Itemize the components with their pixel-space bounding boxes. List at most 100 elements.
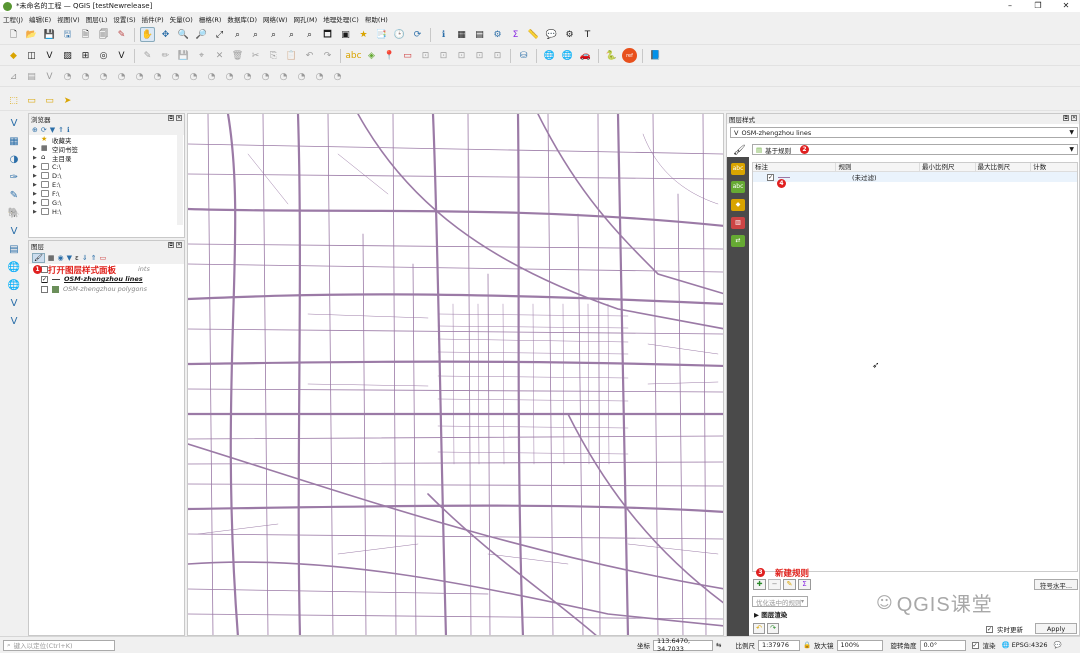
menu-raster[interactable]: 栅格(R) bbox=[196, 14, 225, 24]
collapse-all-icon[interactable]: ⇑ bbox=[91, 254, 97, 262]
copy-icon[interactable]: ⎘ bbox=[266, 48, 281, 63]
remove-rule-icon[interactable]: ━ bbox=[768, 579, 781, 590]
adv-edit-g-icon[interactable]: ◔ bbox=[114, 69, 129, 84]
menu-web[interactable]: 网络(W) bbox=[260, 14, 291, 24]
tree-item-drive-d[interactable]: ▶ D:\ bbox=[29, 171, 184, 180]
temporal-icon[interactable]: 🕒 bbox=[392, 27, 407, 42]
add-delimited-text-icon[interactable]: ✑ bbox=[4, 169, 24, 185]
filter-icon[interactable]: ▼ bbox=[50, 126, 55, 134]
adv-edit-i-icon[interactable]: ◔ bbox=[150, 69, 165, 84]
add-postgis-icon[interactable]: 🐘 bbox=[4, 205, 24, 221]
messages-icon[interactable]: 💬 bbox=[1054, 641, 1062, 649]
label-a-icon[interactable]: ⊡ bbox=[472, 48, 487, 63]
menu-edit[interactable]: 编辑(E) bbox=[26, 14, 54, 24]
adv-edit-b-icon[interactable]: ▤ bbox=[24, 69, 39, 84]
add-raster-icon[interactable]: ▨ bbox=[60, 48, 75, 63]
menu-layer[interactable]: 图层(L) bbox=[83, 14, 111, 24]
adv-edit-j-icon[interactable]: ◔ bbox=[168, 69, 183, 84]
new-map-view-icon[interactable]: 🗖 bbox=[320, 27, 335, 42]
layer-checkbox[interactable] bbox=[41, 265, 48, 273]
close-icon[interactable]: ✕ bbox=[1052, 0, 1080, 12]
add-group-icon[interactable]: ▦ bbox=[48, 254, 55, 262]
globe-search-icon[interactable]: 🌐 bbox=[542, 48, 557, 63]
lock-scale-icon[interactable]: 🔒 bbox=[803, 641, 811, 649]
adv-edit-c-icon[interactable]: V bbox=[42, 69, 57, 84]
menu-processing[interactable]: 地理处理(C) bbox=[320, 14, 362, 24]
layer-item-polygons[interactable]: OSM-zhengzhou polygons bbox=[29, 284, 184, 294]
adv-edit-q-icon[interactable]: ◔ bbox=[294, 69, 309, 84]
processing-toolbox-icon[interactable]: ⚙ bbox=[490, 27, 505, 42]
layer-checkbox[interactable] bbox=[41, 285, 48, 293]
layer-rendering-section[interactable]: ▶ 图层渲染 bbox=[754, 609, 787, 619]
close-panel-icon[interactable]: ✕ bbox=[1071, 115, 1077, 121]
add-vector-tile-icon[interactable]: V bbox=[4, 313, 24, 329]
rule-row[interactable]: ✓ (未过滤) bbox=[753, 172, 1077, 182]
label-pin-icon[interactable]: 📍 bbox=[382, 48, 397, 63]
maximize-icon[interactable]: ❐ bbox=[1024, 0, 1052, 12]
add-mesh-layer-icon[interactable]: ◑ bbox=[4, 151, 24, 167]
add-virtual-icon[interactable]: V bbox=[114, 48, 129, 63]
layer-checkbox[interactable]: ✓ bbox=[41, 275, 48, 283]
add-wfs-layer-icon[interactable]: 🌐 bbox=[4, 277, 24, 293]
add-wms-layer-icon[interactable]: ▤ bbox=[4, 241, 24, 257]
layout-manager-icon[interactable]: 🗐 bbox=[96, 27, 111, 42]
print-layout-icon[interactable]: 🗎 bbox=[78, 27, 93, 42]
save-project-icon[interactable]: 💾 bbox=[42, 27, 57, 42]
measure-icon[interactable]: 📏 bbox=[526, 27, 541, 42]
bookmark-new-icon[interactable]: ★ bbox=[356, 27, 371, 42]
menu-mesh[interactable]: 网孔(M) bbox=[291, 14, 321, 24]
database-icon[interactable]: ⛁ bbox=[516, 48, 531, 63]
zoom-out-icon[interactable]: 🔎 bbox=[194, 27, 209, 42]
locator-search-input[interactable]: ⌕ 键入以定位(Ctrl+K) bbox=[3, 639, 115, 651]
zoom-selection-icon[interactable]: ⌕ bbox=[230, 27, 245, 42]
identify-icon[interactable]: ℹ bbox=[436, 27, 451, 42]
add-virtual-layer-icon[interactable]: V bbox=[4, 223, 24, 239]
filter-expression-icon[interactable]: ε bbox=[75, 254, 79, 262]
globe-car-icon[interactable]: 🚗 bbox=[578, 48, 593, 63]
rotation-field[interactable]: 0.0° bbox=[919, 639, 966, 651]
pan-icon[interactable]: ✋ bbox=[140, 27, 155, 42]
vertex-tool-icon[interactable]: ✕ bbox=[212, 48, 227, 63]
label-style-icon[interactable]: ◈ bbox=[364, 48, 379, 63]
adv-edit-n-icon[interactable]: ◔ bbox=[240, 69, 255, 84]
symbol-levels-button[interactable]: 符号水平... bbox=[1034, 579, 1078, 590]
open-project-icon[interactable]: 📂 bbox=[24, 27, 39, 42]
minimize-icon[interactable]: – bbox=[996, 0, 1024, 12]
zoom-in-icon[interactable]: 🔍 bbox=[176, 27, 191, 42]
help-book-icon[interactable]: 📘 bbox=[648, 48, 663, 63]
save-edits-icon[interactable]: 💾 bbox=[176, 48, 191, 63]
toggle-edit-icon[interactable]: ✏ bbox=[158, 48, 173, 63]
tab-3d-icon[interactable]: ◆ bbox=[731, 199, 745, 211]
scale-field[interactable]: 1:37976 bbox=[757, 639, 800, 651]
apply-button[interactable]: Apply bbox=[1035, 623, 1077, 634]
add-vector-layer-icon[interactable]: V bbox=[4, 115, 24, 131]
redo-icon[interactable]: ↷ bbox=[320, 48, 335, 63]
browser-scrollbar[interactable] bbox=[177, 135, 183, 225]
tree-item-drive-g[interactable]: ▶ G:\ bbox=[29, 198, 184, 207]
python-console-icon[interactable]: 🐍 bbox=[604, 48, 619, 63]
adv-edit-h-icon[interactable]: ◔ bbox=[132, 69, 147, 84]
select-features-icon[interactable]: ⬚ bbox=[6, 93, 21, 108]
tree-item-drive-f[interactable]: ▶ F:\ bbox=[29, 189, 184, 198]
close-panel-icon[interactable]: ✕ bbox=[176, 242, 182, 248]
deselect-icon[interactable]: ▭ bbox=[42, 93, 57, 108]
tree-item-home[interactable]: ▶ ⌂ 主目录 bbox=[29, 153, 184, 163]
tab-symbology-icon[interactable]: abc bbox=[731, 163, 745, 175]
collapse-all-icon[interactable]: ⇑ bbox=[58, 126, 64, 134]
layer-select-combo[interactable]: V OSM-zhengzhou lines ▼ bbox=[730, 127, 1078, 138]
add-raster-layer-icon[interactable]: ▦ bbox=[4, 133, 24, 149]
count-features-icon[interactable]: Σ bbox=[798, 579, 811, 590]
adv-edit-r-icon[interactable]: ◔ bbox=[312, 69, 327, 84]
undo-icon[interactable]: ↶ bbox=[302, 48, 317, 63]
refine-rule-combo[interactable]: 优化选中的规则 ▾ bbox=[752, 596, 808, 607]
select-by-value-icon[interactable]: ▭ bbox=[24, 93, 39, 108]
field-calculator-icon[interactable]: ▤ bbox=[472, 27, 487, 42]
adv-edit-e-icon[interactable]: ◔ bbox=[78, 69, 93, 84]
zoom-next-icon[interactable]: ⌕ bbox=[302, 27, 317, 42]
add-mesh-icon[interactable]: ⊞ bbox=[78, 48, 93, 63]
add-wms-icon[interactable]: ◎ bbox=[96, 48, 111, 63]
adv-edit-f-icon[interactable]: ◔ bbox=[96, 69, 111, 84]
manage-themes-icon[interactable]: ◉ bbox=[58, 254, 64, 262]
coordinate-toggle-icon[interactable]: ⇆ bbox=[716, 641, 721, 649]
adv-edit-d-icon[interactable]: ◔ bbox=[60, 69, 75, 84]
